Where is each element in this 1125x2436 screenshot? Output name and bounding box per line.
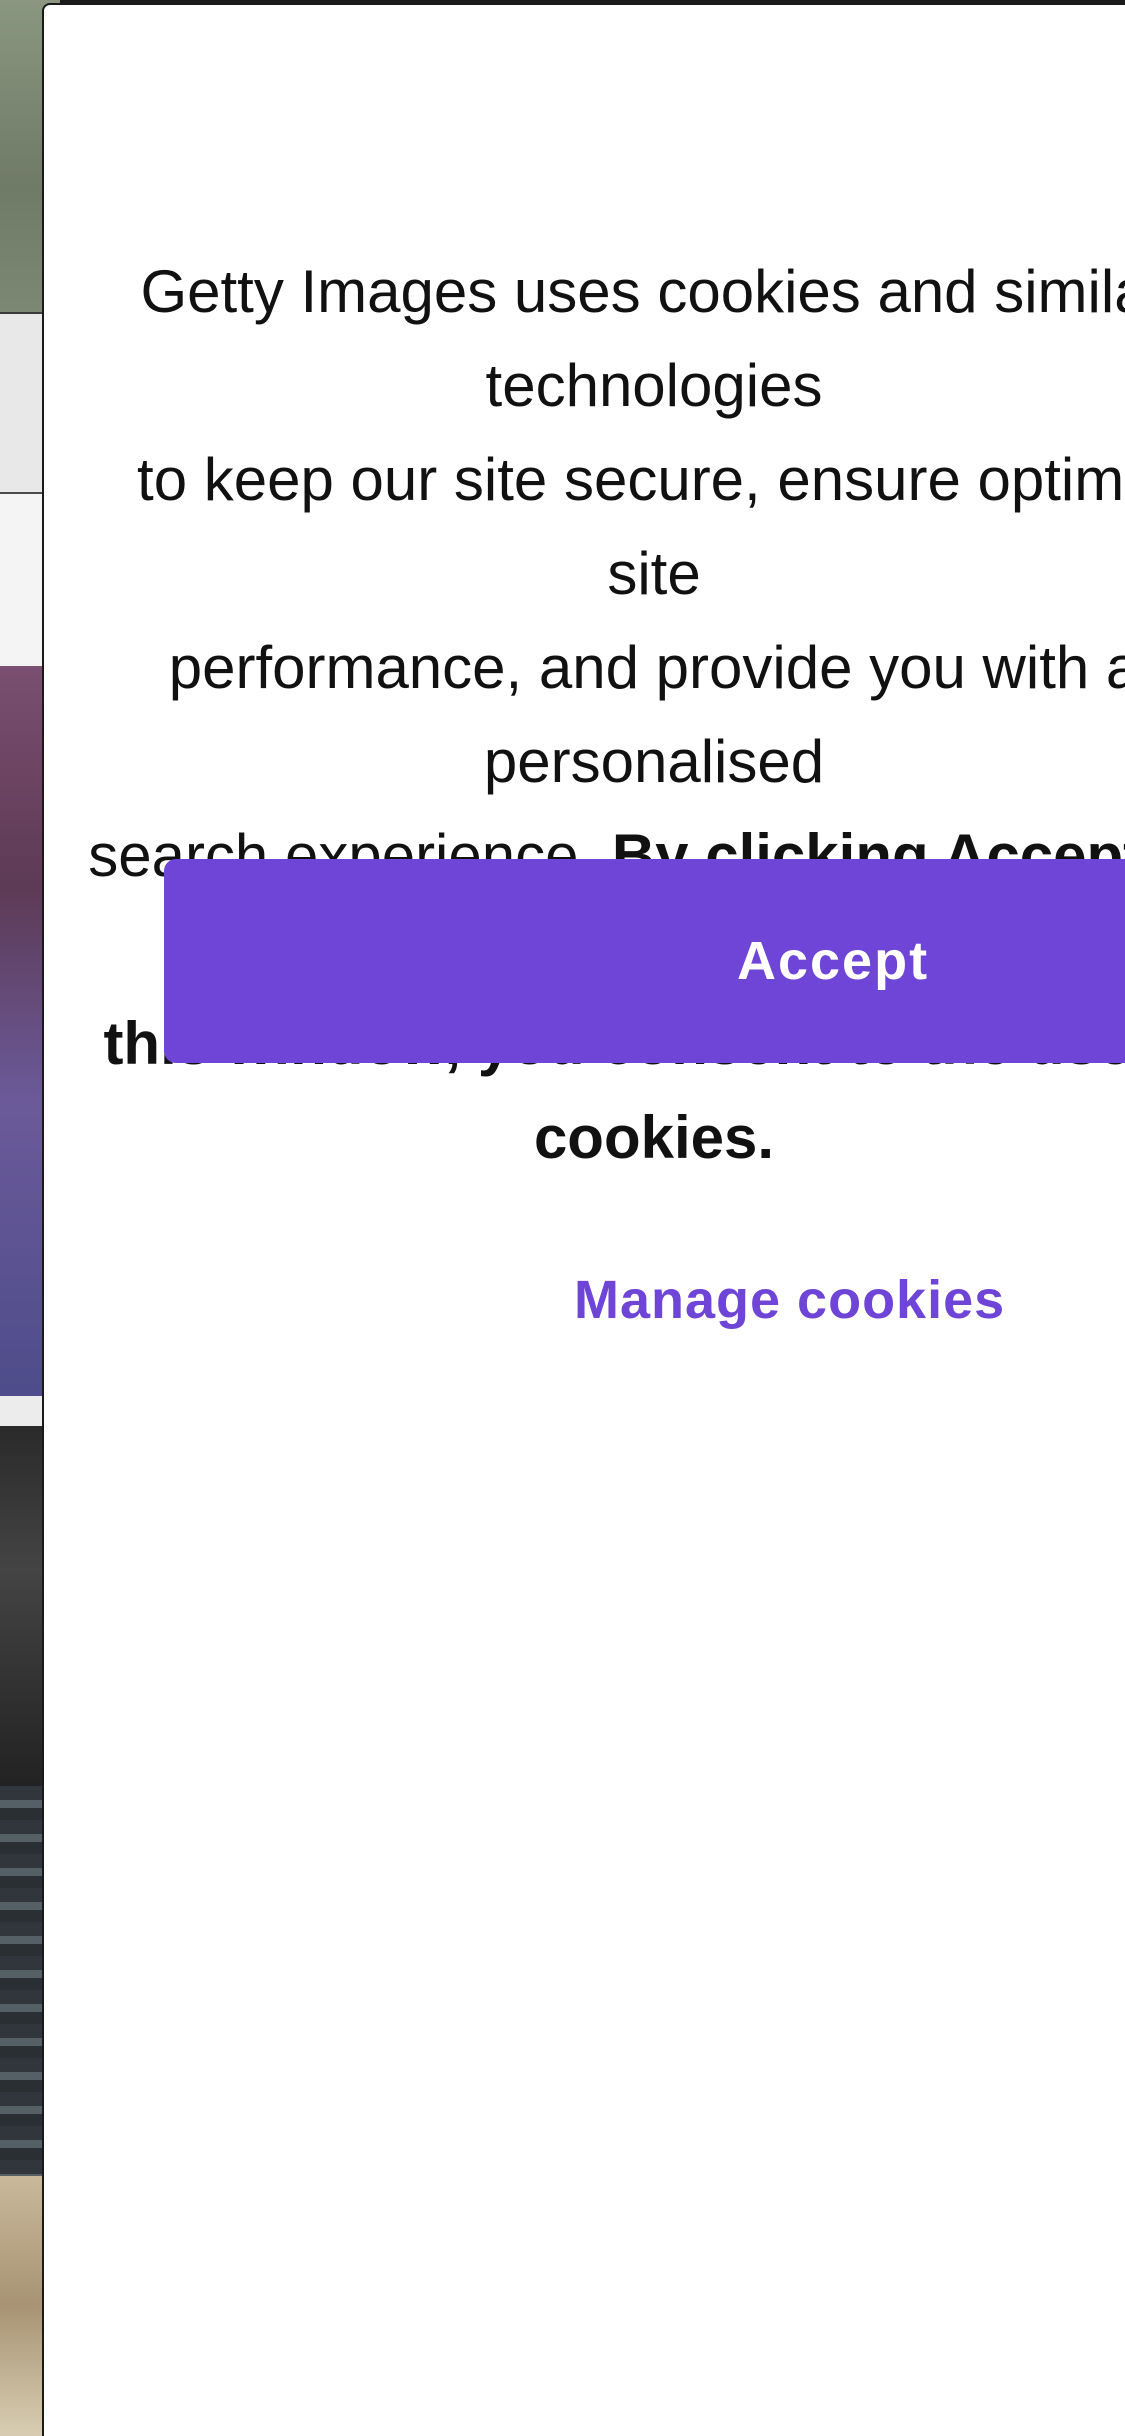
cookie-message-line-3: performance, and provide you with a pers…: [168, 634, 1125, 795]
cookie-message-line-2: to keep our site secure, ensure optimal …: [137, 446, 1125, 607]
cookie-consent-dialog: Getty Images uses cookies and similar te…: [42, 3, 1125, 2436]
accept-button[interactable]: Accept: [164, 859, 1125, 1063]
cookie-message-line-1: Getty Images uses cookies and similar te…: [140, 258, 1125, 419]
page: Getty Images uses cookies and similar te…: [0, 0, 1125, 2436]
manage-cookies-link[interactable]: Manage cookies: [574, 1269, 1005, 1331]
